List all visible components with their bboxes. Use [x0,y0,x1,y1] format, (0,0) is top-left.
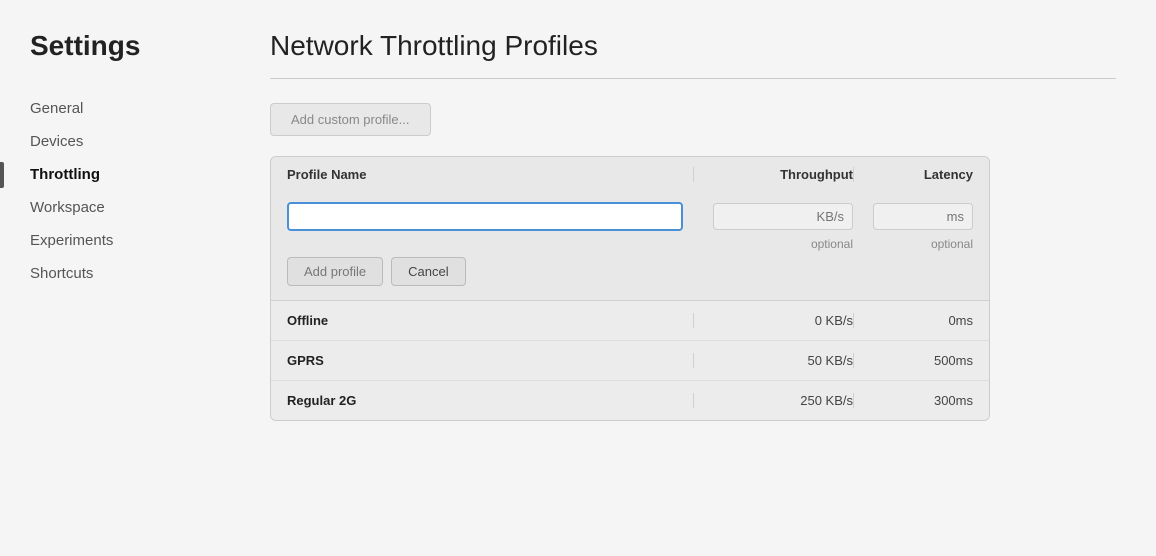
sidebar: Settings General Devices Throttling Work… [0,0,230,556]
sidebar-item-shortcuts[interactable]: Shortcuts [30,257,230,290]
profiles-table: Profile Name Throughput Latency optional… [270,156,990,421]
add-row-buttons: Add profile Cancel [287,257,973,286]
sidebar-item-label: Workspace [30,199,105,216]
add-row-inputs [287,202,973,231]
page-title: Network Throttling Profiles [270,30,1116,62]
profile-throughput: 50 KB/s [693,353,853,368]
latency-input[interactable] [873,203,973,230]
header-latency: Latency [853,167,973,182]
sidebar-item-workspace[interactable]: Workspace [30,191,230,224]
profile-latency: 300ms [853,393,973,408]
optional-labels: optional optional [287,237,973,253]
add-profile-button[interactable]: Add profile [287,257,383,286]
latency-optional-label: optional [853,237,973,251]
table-row: GPRS 50 KB/s 500ms [271,341,989,381]
sidebar-item-experiments[interactable]: Experiments [30,224,230,257]
main-content: Network Throttling Profiles Add custom p… [230,0,1156,556]
profile-name: Regular 2G [287,393,693,408]
sidebar-item-devices[interactable]: Devices [30,125,230,158]
profile-name: Offline [287,313,693,328]
sidebar-item-throttling[interactable]: Throttling [30,158,230,191]
profile-throughput: 250 KB/s [693,393,853,408]
add-custom-profile-button[interactable]: Add custom profile... [270,103,431,136]
table-header: Profile Name Throughput Latency [271,157,989,192]
divider [270,78,1116,79]
table-row: Offline 0 KB/s 0ms [271,301,989,341]
sidebar-item-label: Shortcuts [30,265,93,282]
header-throughput: Throughput [693,167,853,182]
sidebar-nav: General Devices Throttling Workspace Exp… [30,92,230,290]
header-profile-name: Profile Name [287,167,693,182]
cancel-button[interactable]: Cancel [391,257,465,286]
profile-throughput: 0 KB/s [693,313,853,328]
sidebar-item-general[interactable]: General [30,92,230,125]
profile-name-input[interactable] [287,202,683,231]
sidebar-item-label: Throttling [30,166,100,183]
profile-name: GPRS [287,353,693,368]
profile-latency: 500ms [853,353,973,368]
add-profile-row: optional optional Add profile Cancel [271,192,989,301]
sidebar-item-label: Devices [30,133,83,150]
throughput-optional-label: optional [693,237,853,251]
profile-latency: 0ms [853,313,973,328]
sidebar-item-label: General [30,100,83,117]
sidebar-item-label: Experiments [30,232,113,249]
table-row: Regular 2G 250 KB/s 300ms [271,381,989,420]
app-title: Settings [30,30,230,62]
throughput-input[interactable] [713,203,853,230]
